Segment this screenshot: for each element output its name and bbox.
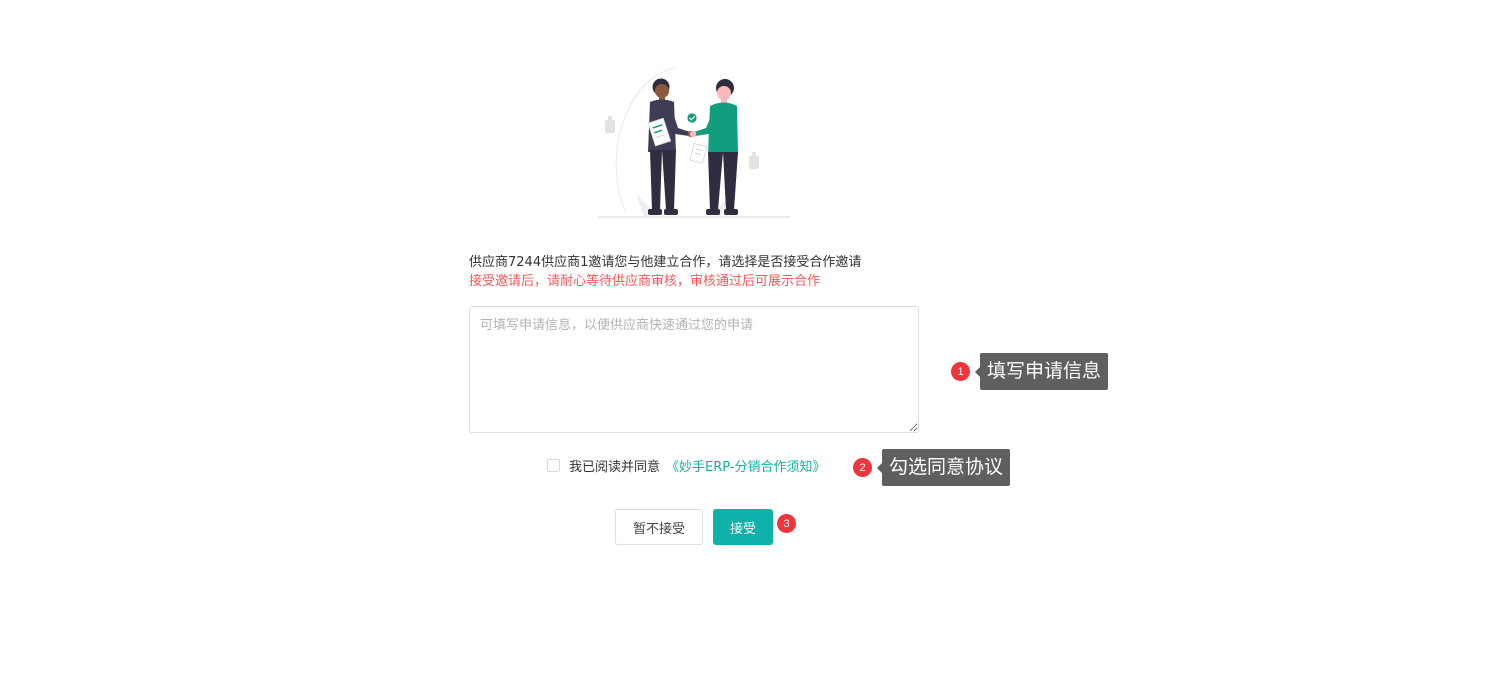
reject-button[interactable]: 暂不接受 <box>615 509 703 545</box>
step-tip-2: 勾选同意协议 <box>876 449 1011 486</box>
left-person-figure <box>647 78 695 215</box>
agreement-prefix: 我已阅读并同意 <box>569 459 661 475</box>
right-person-figure <box>689 79 738 215</box>
agreement-link[interactable]: 《妙手ERP-分销合作须知》 <box>666 456 826 475</box>
step-badge-2: 2 <box>853 458 872 477</box>
check-circle-icon <box>687 113 697 123</box>
application-info-input[interactable] <box>469 306 919 433</box>
step-tip-1: 填写申请信息 <box>974 353 1109 390</box>
invitation-warning: 接受邀请后，请耐心等待供应商审核，审核通过后可展示合作 <box>469 274 821 289</box>
handshake-illustration <box>598 67 790 218</box>
step-badge-1: 1 <box>951 362 970 381</box>
accept-button[interactable]: 接受 <box>713 509 773 545</box>
step-badge-3: 3 <box>777 514 796 533</box>
invitation-message: 供应商7244供应商1邀请您与他建立合作，请选择是否接受合作邀请 <box>469 255 862 270</box>
agreement-row: 我已阅读并同意 《妙手ERP-分销合作须知》 <box>547 455 826 475</box>
agreement-checkbox[interactable] <box>547 458 560 472</box>
